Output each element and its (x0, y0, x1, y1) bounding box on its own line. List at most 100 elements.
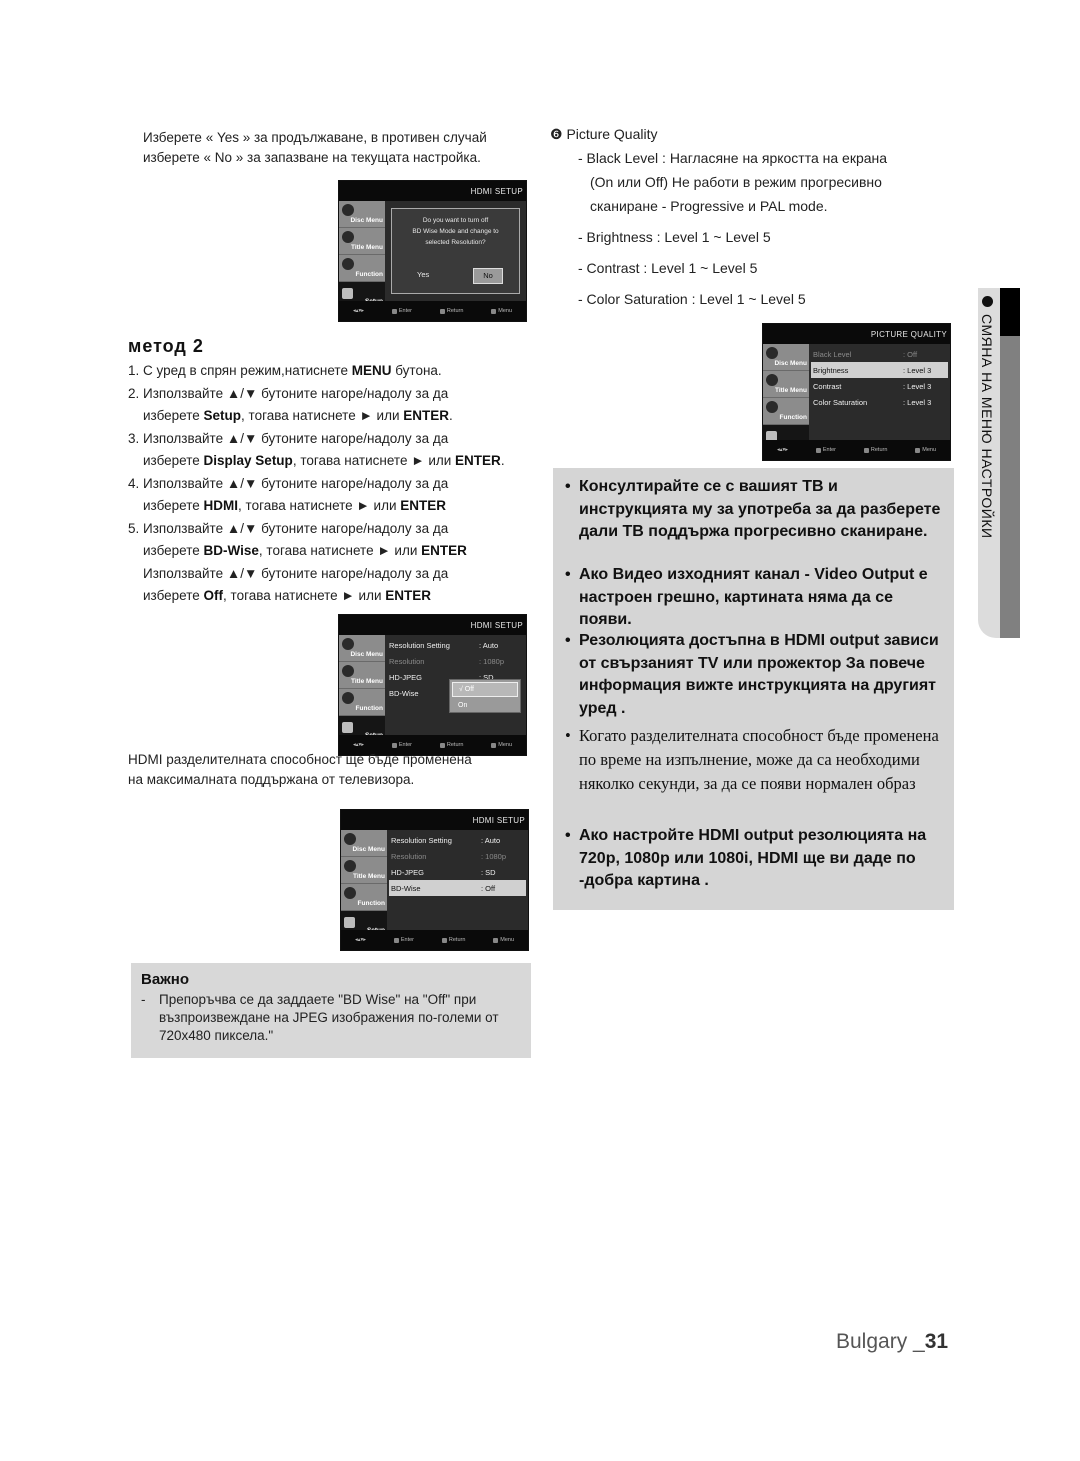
important-box: Важно - Препоръчва се да заддаете "BD Wi… (131, 963, 531, 1058)
osd-side-title-menu[interactable]: Title Menu (339, 228, 385, 255)
enter-icon (815, 447, 821, 453)
step-keyword: Setup (203, 408, 242, 423)
page-number-value: 31 (924, 1330, 949, 1353)
osd-row: Black Level: Off (813, 349, 918, 359)
osd-hdmi-setup-dialog: HDMI SETUP Disc Menu Title Menu Function… (338, 180, 527, 322)
step-line: 2. Използвайте ▲/▼ бутоните нагоре/надол… (128, 383, 538, 406)
step-keyword: Off (203, 588, 224, 603)
picture-quality-section: ❻ Picture Quality - Black Level : Наглас… (550, 122, 950, 311)
tip-text: Ако настройте HDMI output резолюцията на… (579, 827, 927, 889)
osd-row[interactable]: Resolution Setting: Auto (389, 832, 526, 848)
bdwise-options-popup: √ Off On (449, 679, 521, 713)
osd-row[interactable]: Color Saturation: Level 3 (811, 394, 948, 410)
osd-side-title-menu[interactable]: Title Menu (339, 662, 385, 689)
title-icon (344, 860, 356, 872)
bullet: • (565, 566, 571, 583)
osd-hdmi-setup-final: HDMI SETUP Disc Menu Title Menu Function… (340, 809, 529, 951)
osd-row[interactable]: HD-JPEG: SD (389, 864, 526, 880)
step-line: Използвайте ▲/▼ бутоните нагоре/надолу з… (128, 563, 538, 586)
osd-hdmi-setup-bdwise: HDMI SETUP Disc Menu Title Menu Function… (338, 614, 527, 756)
tips-box: • Консултирайте се с вашият ТВ и инструкц… (553, 468, 954, 910)
osd-sidebar: Disc Menu Title Menu Function Setup (341, 830, 387, 938)
enter-icon (391, 742, 397, 748)
tip-text: Резолюцията достъпна в HDMI output завис… (579, 632, 939, 717)
pq-line: - Color Saturation : Level 1 ~ Level 5 (578, 291, 806, 307)
osd-side-function[interactable]: Function (339, 255, 385, 282)
function-icon (344, 887, 356, 899)
function-icon (766, 401, 778, 413)
step-keyword: ENTER (455, 453, 501, 468)
step-text: , тогава натиснете ► или (241, 408, 404, 423)
step-text: . (449, 408, 453, 423)
osd-side-disc-menu[interactable]: Disc Menu (763, 344, 809, 371)
dialog-message: BD Wise Mode and change to (412, 228, 499, 235)
return-icon (441, 937, 447, 943)
step-text: изберете (143, 543, 204, 558)
osd-row: Resolution: 1080p (391, 851, 507, 861)
step-text: 5. Използвайте ▲/▼ бутоните нагоре/надол… (128, 520, 449, 536)
step-line: изберете Setup, тогава натиснете ► или E… (128, 405, 538, 428)
osd-row-selected[interactable]: Brightness: Level 3 (811, 362, 948, 378)
note-line: HDMI разделителната способност ще бъде п… (128, 752, 472, 767)
osd-side-title-menu[interactable]: Title Menu (341, 857, 387, 884)
osd-side-function[interactable]: Function (341, 884, 387, 911)
note-line: на максималната поддържана от телевизора… (128, 772, 415, 787)
osd-row: Resolution: 1080p (389, 656, 505, 666)
step-text: бутона. (391, 363, 442, 378)
osd-row[interactable]: Contrast: Level 3 (811, 378, 948, 394)
osd-title: PICTURE QUALITY (763, 324, 950, 344)
step-keyword: MENU (351, 363, 392, 378)
tip-item: • Ако Видео изходният канал - Video Outpu… (565, 564, 950, 632)
important-heading: Важно (141, 971, 190, 988)
step-keyword: ENTER (421, 543, 467, 558)
bullet-dot-icon (982, 296, 993, 307)
step-keyword: Display Setup (203, 453, 293, 468)
function-icon (342, 258, 354, 270)
osd-row[interactable]: Resolution Setting: Auto (387, 637, 524, 653)
bullet: • (565, 726, 571, 745)
menu-icon (915, 447, 921, 453)
osd-sidebar: Disc Menu Title Menu Function Setup (339, 201, 385, 309)
tip-text: Ако Видео изходният канал - Video Output… (579, 566, 928, 628)
osd-side-title-menu[interactable]: Title Menu (763, 371, 809, 398)
osd-title: HDMI SETUP (341, 810, 528, 830)
option-on[interactable]: On (452, 699, 518, 712)
menu-icon (493, 937, 499, 943)
important-text: Препоръчва се да заддаете "BD Wise" на "… (159, 992, 499, 1043)
osd-footer: ◂▴▾▸ Enter Return Menu (763, 440, 950, 460)
osd-side-disc-menu[interactable]: Disc Menu (341, 830, 387, 857)
nav-arrows-icon: ◂▴▾▸ (352, 308, 364, 314)
intro-line: изберете « No » за запазване на текущата… (143, 150, 481, 165)
osd-footer: ◂▴▾▸ Enter Return Menu (341, 930, 528, 950)
function-icon (342, 692, 354, 704)
option-off[interactable]: √ Off (452, 682, 518, 697)
osd-title: HDMI SETUP (339, 615, 526, 635)
step-text: Използвайте ▲/▼ бутоните нагоре/надолу з… (143, 565, 449, 581)
no-button[interactable]: No (473, 268, 503, 284)
bullet: • (565, 632, 571, 649)
disc-icon (342, 638, 354, 650)
step-keyword: BD-Wise (203, 543, 259, 558)
osd-side-function[interactable]: Function (763, 398, 809, 425)
osd-side-function[interactable]: Function (339, 689, 385, 716)
bullet: • (565, 827, 571, 844)
pq-title: ❻ Picture Quality (550, 126, 658, 142)
nav-arrows-icon: ◂▴▾▸ (776, 447, 788, 453)
pq-line: - Black Level : Нагласяне на яркостта на… (578, 150, 888, 166)
step-line: изберете HDMI, тогава натиснете ► или EN… (128, 495, 538, 518)
step-text: , тогава натиснете ► или (238, 498, 401, 513)
menu-icon (491, 742, 497, 748)
osd-row-selected[interactable]: BD-Wise: Off (389, 880, 526, 896)
menu-icon (491, 308, 497, 314)
yes-button[interactable]: Yes (417, 270, 429, 279)
osd-side-disc-menu[interactable]: Disc Menu (339, 635, 385, 662)
step-line: изберете Off, тогава натиснете ► или ENT… (128, 585, 538, 608)
step-line: 3. Използвайте ▲/▼ бутоните нагоре/надол… (128, 428, 538, 451)
gear-icon (342, 288, 353, 299)
step-keyword: HDMI (203, 498, 239, 513)
step-text: изберете (143, 498, 204, 513)
step-text: , тогава натиснете ► или (292, 453, 456, 468)
osd-side-disc-menu[interactable]: Disc Menu (339, 201, 385, 228)
tip-text: Когато разделителната способност бъде пр… (579, 726, 939, 793)
step-text: 2. Използвайте ▲/▼ бутоните нагоре/надол… (128, 385, 449, 401)
